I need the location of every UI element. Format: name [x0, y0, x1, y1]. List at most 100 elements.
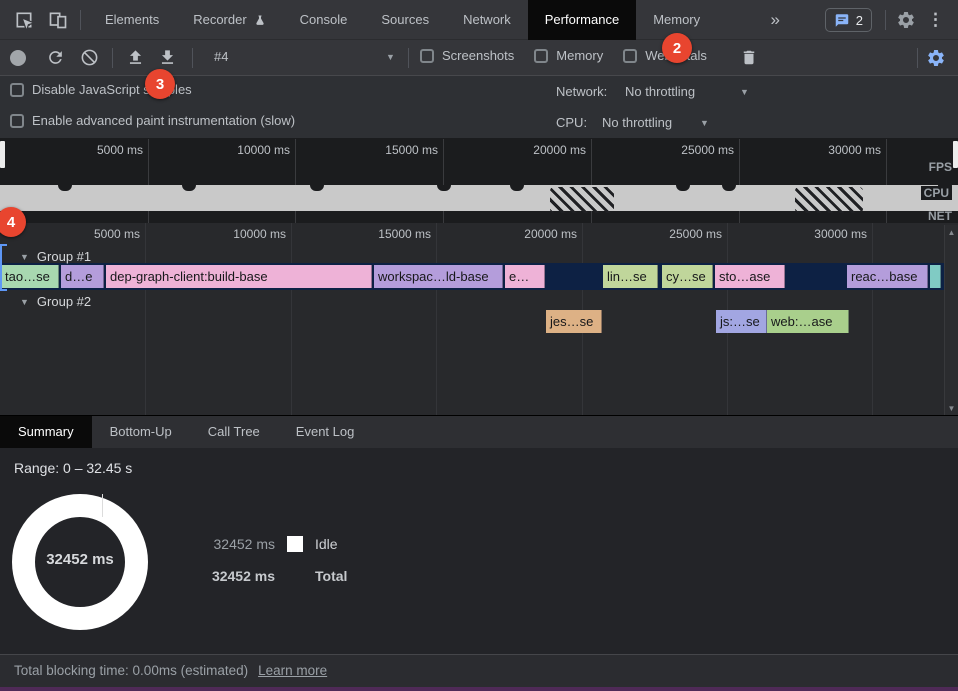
- cpu-overview-strip: [0, 185, 958, 211]
- console-messages-button[interactable]: 2: [825, 8, 872, 32]
- flame-bar[interactable]: tao…se: [1, 265, 59, 288]
- cpu-busy-hatch: [550, 187, 614, 213]
- history-select[interactable]: #4: [214, 49, 228, 64]
- overview-right-handle[interactable]: [953, 141, 958, 168]
- donut-total-label: 32452 ms: [12, 551, 148, 568]
- cpu-activity-notch: [510, 185, 524, 191]
- ruler-tick-label: 20000 ms: [496, 143, 586, 157]
- timeline-overview[interactable]: 5000 ms10000 ms15000 ms20000 ms25000 ms3…: [0, 139, 958, 223]
- flame-bar[interactable]: reac…base: [847, 265, 928, 288]
- flame-bar[interactable]: [930, 265, 941, 288]
- tab-performance[interactable]: Performance: [528, 0, 636, 40]
- performance-toolbar: #4 ▼ ScreenshotsMemoryWeb Vitals: [0, 40, 958, 76]
- flame-bar[interactable]: workspac…ld-base: [374, 265, 503, 288]
- more-options-icon[interactable]: ⋮: [927, 0, 944, 40]
- flame-bar[interactable]: d…e: [61, 265, 104, 288]
- capture-settings-gear-icon[interactable]: [926, 48, 946, 68]
- summary-panel: Range: 0 – 32.45 s 32452 ms 32452 msIdle…: [0, 448, 958, 654]
- summary-donut-chart: 32452 ms: [12, 494, 148, 630]
- details-tabbar: SummaryBottom-UpCall TreeEvent Log: [0, 416, 958, 448]
- ruler-tick-label: 10000 ms: [196, 227, 286, 241]
- vertical-scrollbar[interactable]: ▲ ▼: [944, 225, 958, 416]
- ruler-tick-label: 5000 ms: [50, 227, 140, 241]
- details-tab-call-tree[interactable]: Call Tree: [190, 416, 278, 448]
- save-profile-icon[interactable]: [158, 48, 177, 67]
- flame-bar[interactable]: jes…se: [546, 310, 602, 333]
- inspect-icon[interactable]: [14, 10, 34, 30]
- gear-icon[interactable]: [896, 10, 916, 30]
- network-throttle-dropdown-icon[interactable]: ▼: [740, 87, 749, 97]
- footer-bar: Total blocking time: 0.00ms (estimated)L…: [0, 654, 958, 687]
- cpu-activity-notch: [310, 185, 324, 191]
- selection-bracket: [0, 244, 7, 291]
- learn-more-link[interactable]: Learn more: [258, 663, 327, 678]
- legend-label: Total: [315, 568, 347, 584]
- checkbox[interactable]: [10, 114, 24, 128]
- legend-swatch-empty: [287, 568, 303, 584]
- overview-left-handle[interactable]: [0, 141, 5, 168]
- toolbar-separator: [917, 48, 918, 68]
- tab-label: Elements: [105, 0, 159, 40]
- checkbox[interactable]: [623, 49, 637, 63]
- ruler-tick-line: [291, 223, 292, 416]
- flame-bar[interactable]: js:…se: [716, 310, 767, 333]
- device-toolbar-icon[interactable]: [48, 10, 68, 30]
- group-name: Group #2: [37, 294, 91, 309]
- main-tabbar: Elements Recorder Console Sources Network Per…: [0, 0, 958, 40]
- flame-bar[interactable]: cy…se: [662, 265, 713, 288]
- group-name: Group #1: [37, 249, 91, 264]
- cpu-activity-notch: [437, 185, 451, 191]
- flame-bar[interactable]: lin…se: [603, 265, 658, 288]
- scroll-down-icon[interactable]: ▼: [945, 404, 958, 413]
- scroll-up-icon[interactable]: ▲: [945, 228, 958, 237]
- cpu-throttle-select[interactable]: No throttling: [602, 115, 672, 130]
- tab-label: Network: [463, 0, 511, 40]
- collapse-arrow-icon[interactable]: ▼: [20, 297, 29, 307]
- checkbox[interactable]: [10, 83, 24, 97]
- net-lane-label: NET: [928, 209, 952, 223]
- record-button[interactable]: [10, 50, 26, 66]
- group-label-group-1[interactable]: ▼ Group #1: [20, 249, 91, 264]
- flask-icon: [254, 13, 266, 28]
- tab-sources[interactable]: Sources: [364, 0, 446, 40]
- details-tab-summary[interactable]: Summary: [0, 416, 92, 448]
- collapse-arrow-icon[interactable]: ▼: [20, 252, 29, 262]
- tab-label: Console: [300, 0, 348, 40]
- toggle-memory[interactable]: Memory: [534, 48, 603, 63]
- trash-icon[interactable]: [740, 48, 758, 67]
- clear-recording-icon[interactable]: [80, 48, 99, 67]
- tab-recorder[interactable]: Recorder: [176, 0, 282, 40]
- toggle-screenshots[interactable]: Screenshots: [420, 48, 514, 63]
- tab-label: Recorder: [193, 0, 246, 40]
- network-throttle-select[interactable]: No throttling: [625, 84, 695, 99]
- flame-bar[interactable]: sto…ase: [715, 265, 785, 288]
- ruler-tick-label: 15000 ms: [341, 227, 431, 241]
- flame-chart[interactable]: 5000 ms10000 ms15000 ms20000 ms25000 ms3…: [0, 223, 958, 416]
- toggle-label: Enable advanced paint instrumentation (s…: [32, 113, 295, 128]
- ruler-tick-label: 30000 ms: [791, 143, 881, 157]
- flame-bar[interactable]: e…: [505, 265, 545, 288]
- legend-row: 32452 msTotal: [205, 568, 347, 584]
- group-label-group-2[interactable]: ▼ Group #2: [20, 294, 91, 309]
- more-tabs-chevron-icon[interactable]: »: [765, 0, 786, 40]
- cpu-throttle-dropdown-icon[interactable]: ▼: [700, 118, 709, 128]
- checkbox[interactable]: [534, 49, 548, 63]
- load-profile-icon[interactable]: [126, 48, 145, 67]
- tab-console[interactable]: Console: [283, 0, 365, 40]
- details-tab-event-log[interactable]: Event Log: [278, 416, 373, 448]
- advanced-paint-toggle[interactable]: Enable advanced paint instrumentation (s…: [10, 113, 295, 128]
- annotation-badge-2: 2: [662, 33, 692, 63]
- details-tab-bottom-up[interactable]: Bottom-Up: [92, 416, 190, 448]
- flame-bar[interactable]: dep-graph-client:build-base: [106, 265, 372, 288]
- capture-settings-rows: Disable JavaScript samples Network: No t…: [0, 76, 958, 139]
- reload-and-record-icon[interactable]: [46, 48, 65, 67]
- cpu-busy-hatch: [795, 187, 863, 213]
- tab-elements[interactable]: Elements: [88, 0, 176, 40]
- flame-bar[interactable]: web:…ase: [767, 310, 849, 333]
- tab-network[interactable]: Network: [446, 0, 528, 40]
- fps-lane-label: FPS: [929, 160, 952, 174]
- devtools-window: Elements Recorder Console Sources Network Per…: [0, 0, 958, 691]
- checkbox[interactable]: [420, 49, 434, 63]
- history-dropdown-icon[interactable]: ▼: [386, 52, 395, 62]
- messages-count: 2: [856, 13, 863, 28]
